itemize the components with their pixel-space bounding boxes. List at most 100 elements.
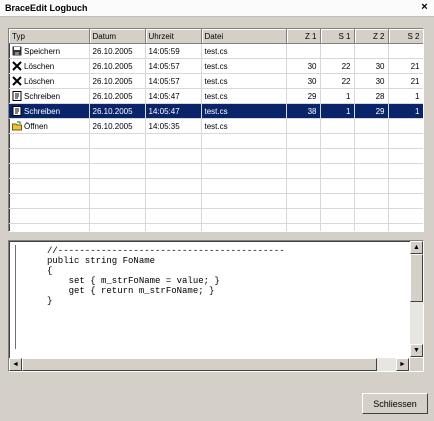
typ-label: Löschen	[24, 77, 55, 86]
code-line: set { m_strFoName = value; }	[47, 276, 220, 286]
table-row[interactable]: Löschen 26.10.2005 14:05:57 test.cs 30 22 30 21	[9, 58, 423, 74]
empty-row	[9, 223, 423, 231]
empty-cell	[89, 163, 146, 179]
write-icon	[12, 91, 24, 101]
empty-cell	[201, 178, 287, 194]
scroll-right-button[interactable]: ►	[396, 358, 409, 371]
cell-s2: 1	[388, 88, 423, 104]
column-header-typ[interactable]: Typ	[9, 29, 90, 44]
empty-cell	[388, 163, 423, 179]
cell-z1: 30	[286, 73, 321, 89]
save-icon	[12, 46, 24, 56]
log-list-body: Speichern 26.10.2005 14:05:59 test.cs Lösche…	[9, 43, 423, 231]
empty-cell	[354, 133, 389, 149]
typ-label: Schreiben	[24, 92, 61, 101]
empty-cell	[89, 178, 146, 194]
cell-s2: 21	[388, 58, 423, 74]
cell-typ: Löschen	[9, 58, 90, 74]
window-title: BraceEdit Logbuch	[5, 3, 88, 13]
empty-cell	[388, 133, 423, 149]
cell-typ: Löschen	[9, 73, 90, 89]
code-gutter	[15, 245, 16, 349]
empty-cell	[201, 193, 287, 209]
empty-cell	[354, 193, 389, 209]
typ-label: Speichern	[24, 47, 61, 56]
cell-typ: Schreiben	[9, 88, 90, 104]
empty-cell	[320, 178, 355, 194]
cell-datum: 26.10.2005	[89, 58, 146, 74]
table-row[interactable]: Schreiben 26.10.2005 14:05:47 test.cs 38 1 29 1	[9, 103, 423, 119]
cell-typ: Schreiben	[9, 103, 90, 119]
cell-s2: 21	[388, 73, 423, 89]
log-list-header: Typ Datum Uhrzeit Datei Z 1S 1Z 2S 2	[9, 29, 423, 44]
empty-cell	[388, 208, 423, 224]
table-row[interactable]: Löschen 26.10.2005 14:05:57 test.cs 30 22 30 21	[9, 73, 423, 89]
empty-cell	[320, 193, 355, 209]
column-header-s1[interactable]: S 1	[320, 29, 355, 44]
empty-cell	[9, 193, 90, 209]
empty-cell	[9, 208, 90, 224]
vertical-scrollbar[interactable]: ▲ ▼	[410, 241, 423, 357]
cell-z2	[354, 43, 389, 59]
column-header-datum[interactable]: Datum	[89, 29, 146, 44]
empty-cell	[388, 178, 423, 194]
column-header-s2[interactable]: S 2	[388, 29, 423, 44]
empty-row	[9, 208, 423, 224]
empty-cell	[89, 223, 146, 231]
scroll-left-button[interactable]: ◄	[9, 358, 22, 371]
cell-z2: 30	[354, 73, 389, 89]
empty-cell	[145, 193, 202, 209]
scroll-down-button[interactable]: ▼	[410, 344, 423, 357]
cell-uhrzeit: 14:05:57	[145, 73, 202, 89]
table-row[interactable]: Speichern 26.10.2005 14:05:59 test.cs	[9, 43, 423, 59]
close-icon[interactable]: ×	[419, 2, 430, 13]
empty-cell	[9, 223, 90, 231]
cell-datum: 26.10.2005	[89, 103, 146, 119]
empty-cell	[201, 208, 287, 224]
empty-cell	[89, 193, 146, 209]
empty-row	[9, 193, 423, 209]
column-header-z1[interactable]: Z 1	[286, 29, 321, 44]
horizontal-scrollbar[interactable]: ◄ ►	[9, 358, 409, 371]
code-text: //--------------------------------------…	[47, 246, 285, 306]
table-row[interactable]: Öffnen 26.10.2005 14:05:35 test.cs	[9, 118, 423, 134]
cell-datei: test.cs	[201, 43, 287, 59]
typ-label: Löschen	[24, 62, 55, 71]
empty-cell	[145, 133, 202, 149]
empty-cell	[145, 148, 202, 164]
cell-uhrzeit: 14:05:47	[145, 88, 202, 104]
vertical-scroll-thumb[interactable]	[410, 254, 423, 302]
empty-cell	[145, 178, 202, 194]
empty-cell	[354, 178, 389, 194]
cell-s2	[388, 43, 423, 59]
table-row[interactable]: Schreiben 26.10.2005 14:05:47 test.cs 29 1 28 1	[9, 88, 423, 104]
cell-z2	[354, 118, 389, 134]
cell-z1: 29	[286, 88, 321, 104]
cell-datum: 26.10.2005	[89, 43, 146, 59]
log-list[interactable]: Typ Datum Uhrzeit Datei Z 1S 1Z 2S 2 Speiche…	[8, 28, 424, 232]
column-header-uhrzeit[interactable]: Uhrzeit	[145, 29, 202, 44]
empty-cell	[320, 133, 355, 149]
scroll-up-button[interactable]: ▲	[410, 241, 423, 254]
cell-s1: 1	[320, 103, 355, 119]
empty-cell	[286, 178, 321, 194]
column-header-datei[interactable]: Datei	[201, 29, 287, 44]
cell-datum: 26.10.2005	[89, 118, 146, 134]
empty-row	[9, 148, 423, 164]
close-button[interactable]: Schliessen	[362, 393, 428, 414]
cell-s2	[388, 118, 423, 134]
column-header-z2[interactable]: Z 2	[354, 29, 389, 44]
title-bar: BraceEdit Logbuch ×	[0, 0, 434, 17]
cell-uhrzeit: 14:05:57	[145, 58, 202, 74]
cell-z2: 28	[354, 88, 389, 104]
horizontal-scroll-thumb[interactable]	[22, 358, 377, 371]
empty-cell	[320, 163, 355, 179]
cell-datum: 26.10.2005	[89, 88, 146, 104]
empty-row	[9, 178, 423, 194]
code-line: //--------------------------------------…	[47, 246, 285, 256]
code-line: public string FoName	[47, 256, 156, 266]
empty-cell	[9, 178, 90, 194]
empty-row	[9, 163, 423, 179]
code-preview[interactable]: //--------------------------------------…	[8, 240, 424, 372]
typ-label: Schreiben	[24, 107, 61, 116]
